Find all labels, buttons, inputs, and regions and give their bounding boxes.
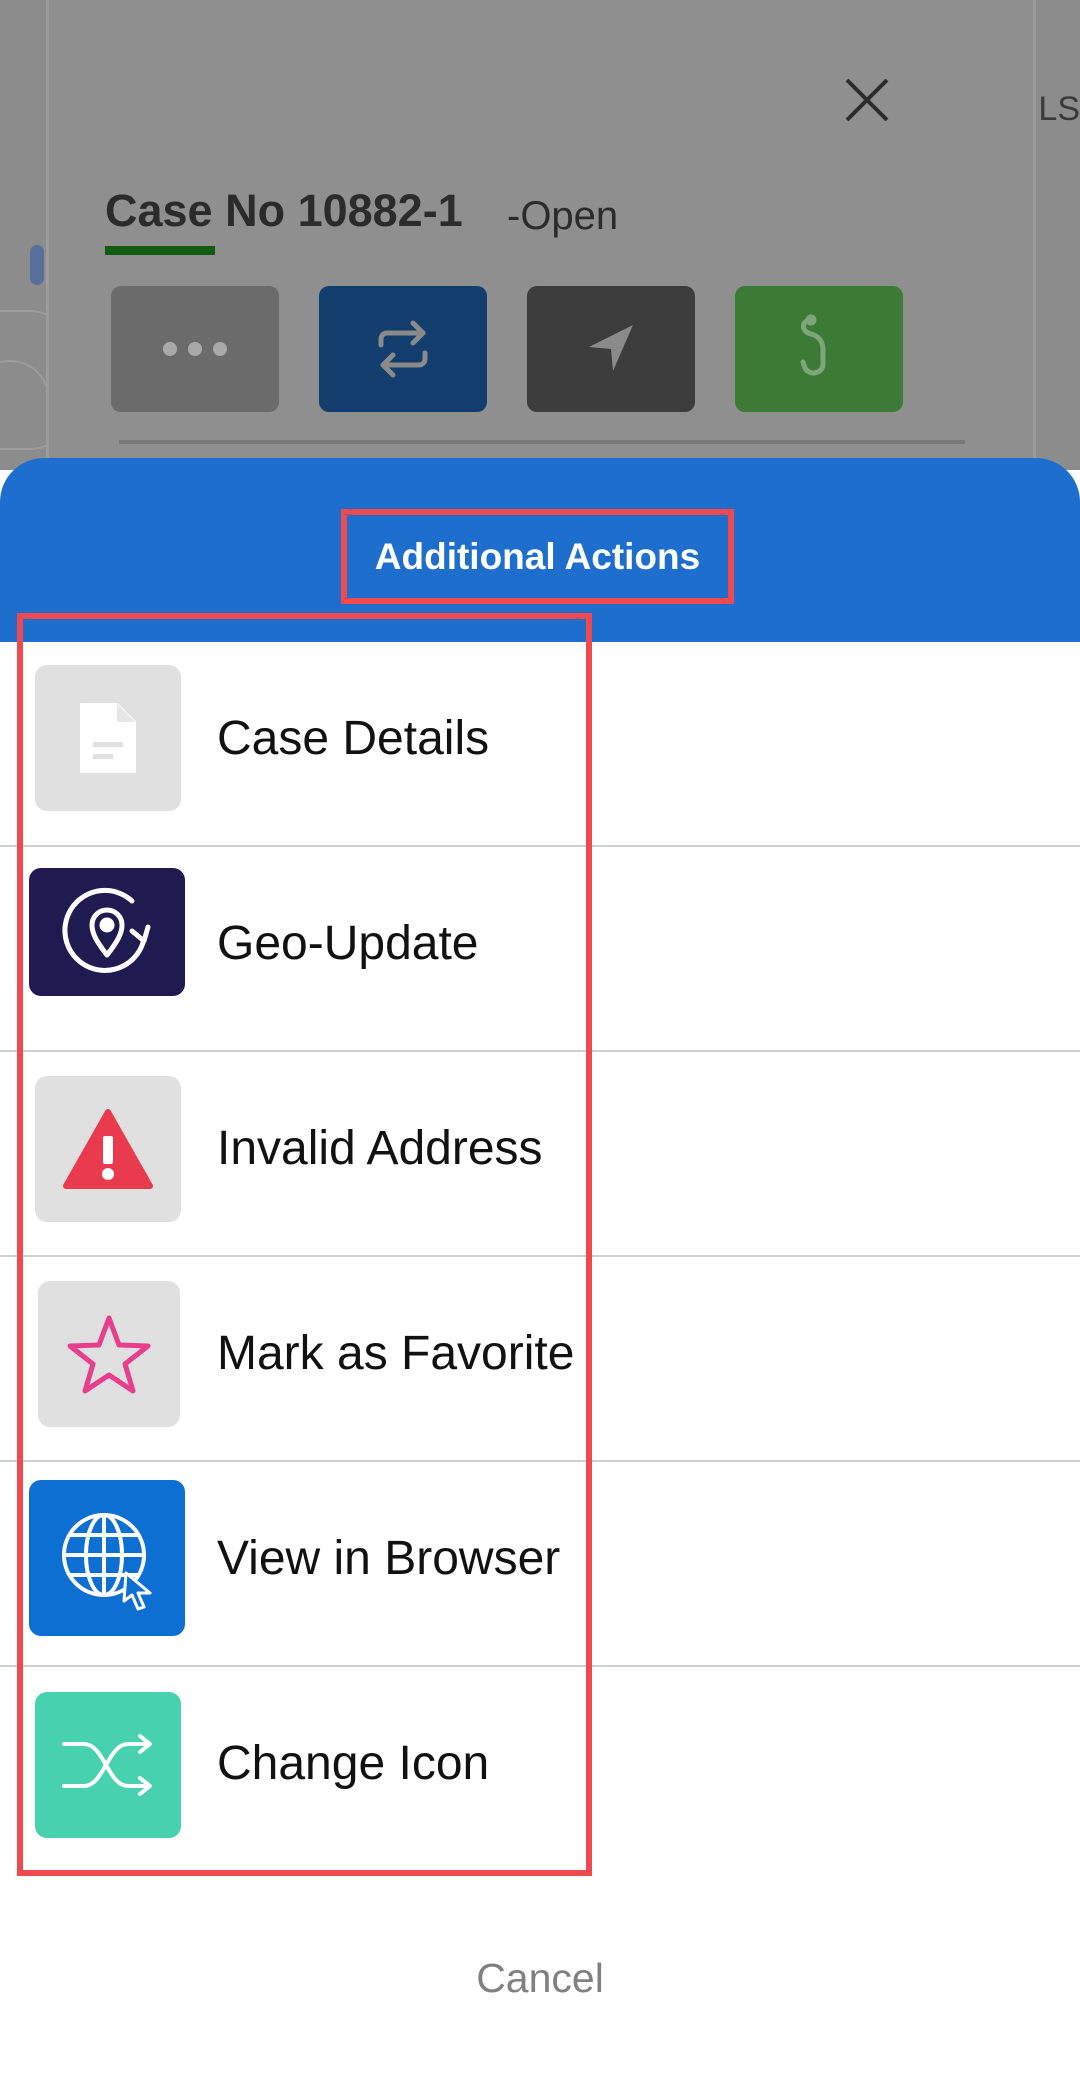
more-dots-icon bbox=[163, 342, 227, 356]
case-card: Case No 10882-1 -Open bbox=[46, 0, 1036, 470]
swap-arrows-icon bbox=[378, 320, 428, 378]
globe-icon bbox=[62, 1513, 152, 1611]
case-status: -Open bbox=[507, 194, 619, 238]
invalid-address-icon-box bbox=[35, 1076, 181, 1222]
shuffle-icon bbox=[62, 1734, 152, 1796]
list-item-change-icon[interactable] bbox=[0, 1667, 1080, 1872]
hook-icon bbox=[800, 314, 826, 376]
list-item-view-browser[interactable] bbox=[0, 1462, 1080, 1667]
case-title: Case No 10882-1 bbox=[105, 185, 463, 236]
close-icon[interactable] bbox=[837, 70, 897, 130]
sheet-title-highlight: Additional Actions bbox=[341, 509, 734, 604]
card-divider bbox=[119, 440, 965, 444]
cancel-button[interactable]: Cancel bbox=[0, 1955, 1080, 2002]
case-title-underline bbox=[105, 246, 215, 255]
change-icon-box bbox=[35, 1692, 181, 1838]
navigation-arrow-icon bbox=[589, 325, 633, 371]
list-item-mark-favorite[interactable] bbox=[0, 1257, 1080, 1462]
hook-button[interactable] bbox=[735, 286, 903, 412]
document-icon bbox=[80, 703, 136, 773]
star-icon bbox=[67, 1315, 151, 1394]
list-item-geo-update[interactable] bbox=[0, 847, 1080, 1052]
list-item-case-details[interactable] bbox=[0, 642, 1080, 847]
more-options-button[interactable] bbox=[111, 286, 279, 412]
browser-icon-box bbox=[29, 1480, 185, 1636]
warning-icon bbox=[63, 1109, 153, 1189]
case-details-icon-box bbox=[35, 665, 181, 811]
navigate-button[interactable] bbox=[527, 286, 695, 412]
map-label: LS bbox=[1038, 90, 1080, 128]
favorite-icon-box bbox=[38, 1281, 180, 1427]
geo-update-icon bbox=[62, 887, 151, 973]
list-item-invalid-address[interactable] bbox=[0, 1052, 1080, 1257]
sheet-title: Additional Actions bbox=[374, 535, 701, 577]
swap-button[interactable] bbox=[319, 286, 487, 412]
geo-update-icon-box bbox=[29, 868, 185, 996]
